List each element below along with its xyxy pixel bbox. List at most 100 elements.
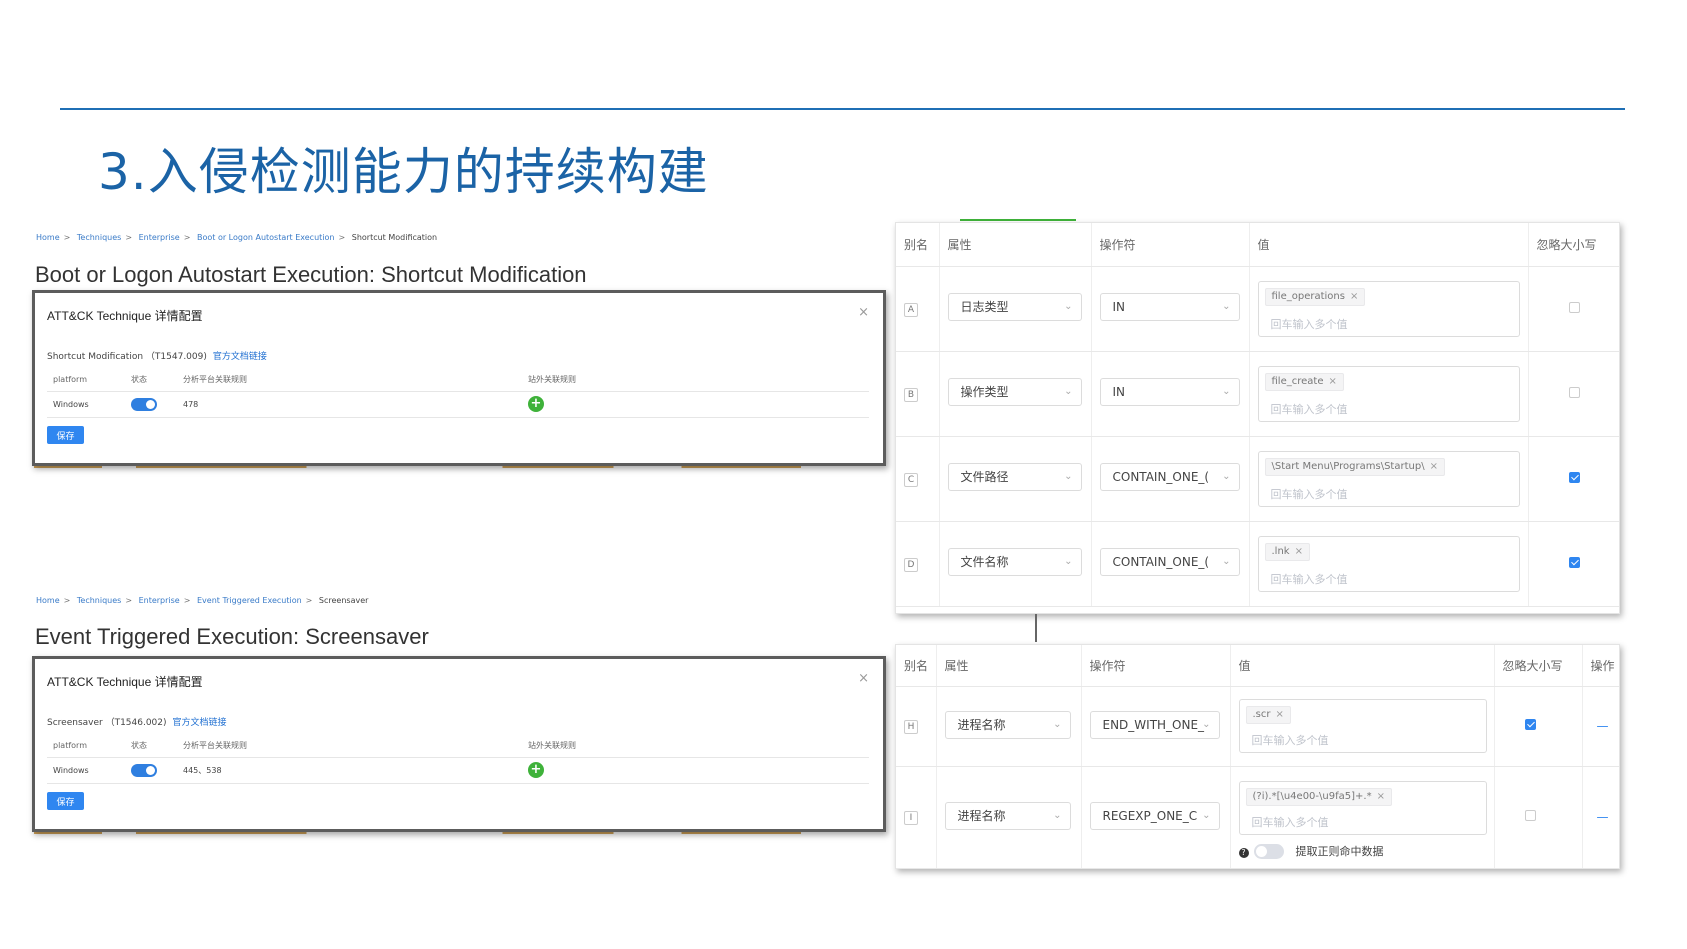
col-external-rules: 站外关联规则 [522,369,869,392]
chevron-down-icon: ⌄ [1202,718,1211,730]
breadcrumb-link-techniques[interactable]: Techniques [77,596,121,605]
col-platform: platform [47,369,125,392]
table-row: D 文件名称 ⌄ CONTAIN_ONE_(⌄ .lnk × 回车输入多个值 [896,521,1619,607]
slide: 3.入侵检测能力的持续构建 Home > Techniques > Enterpri… [0,0,1687,949]
select-value: 文件名称 [960,555,1009,569]
plus-icon[interactable]: + [528,762,544,778]
chevron-down-icon: ⌄ [1202,809,1211,821]
attribute-select[interactable]: 进程名称 ⌄ [944,710,1071,739]
ignore-case-checkbox[interactable] [1568,556,1580,568]
help-icon[interactable]: ? [1238,847,1249,858]
value-tag-input[interactable]: file_operations × 回车输入多个值 [1257,280,1520,337]
status-toggle[interactable] [131,763,157,777]
attribute-select[interactable]: 日志类型 ⌄ [947,293,1082,321]
close-icon[interactable]: × [1350,291,1358,302]
table-row: Windows 478 + [47,391,869,418]
platform-table: platform 状态 分析平台关联规则 站外关联规则 Windows 478 … [47,369,869,418]
breadcrumb: Home > Techniques > Enterprise > Event Trig… [36,596,369,605]
col-platform: platform [47,735,125,758]
attribute-select[interactable]: 进程名称 ⌄ [944,801,1071,830]
table-row: I 进程名称 ⌄ REGEXP_ONE_C ⌄ (?i).*[\u4e00-\u9f… [896,766,1619,869]
close-icon[interactable]: × [1430,461,1438,472]
close-icon[interactable]: × [1377,791,1385,802]
operator-select[interactable]: IN ⌄ [1099,293,1240,321]
col-alias: 别名 [896,645,937,687]
close-icon[interactable]: × [1295,546,1303,557]
platform-cell: Windows [47,391,125,418]
table-row: Windows 445、538 + [47,757,869,784]
breadcrumb-link-enterprise[interactable]: Enterprise [139,233,180,242]
status-cell [125,391,177,418]
operator-select[interactable]: IN ⌄ [1099,378,1240,406]
operator-select[interactable]: CONTAIN_ONE_(⌄ [1099,463,1240,491]
ignore-case-checkbox[interactable] [1524,719,1536,730]
col-analysis-rules: 分析平台关联规则 [177,735,522,758]
operator-select[interactable]: REGEXP_ONE_C ⌄ [1089,801,1220,830]
attribute-select[interactable]: 文件路径 ⌄ [947,463,1082,491]
col-status: 状态 [125,735,177,758]
chevron-down-icon: ⌄ [1053,809,1062,821]
breadcrumb-link-techniques[interactable]: Techniques [77,233,121,242]
dialog-title: ATT&CK Technique 详情配置 [47,675,203,689]
ignore-case-checkbox[interactable] [1568,471,1580,483]
chevron-down-icon: ⌄ [1064,386,1073,397]
breadcrumb-link-home[interactable]: Home [36,233,60,242]
ignore-case-checkbox[interactable] [1568,301,1580,313]
operator-select[interactable]: CONTAIN_ONE_(⌄ [1099,548,1240,576]
rule-table: 别名 属性 操作符 值 忽略大小写 操作 H 进程名称 ⌄ END_WITH_ON… [896,645,1619,869]
chevron-down-icon: ⌄ [1222,386,1231,397]
status-toggle[interactable] [131,397,157,411]
external-cell: + [522,391,869,418]
platform-cell: Windows [47,757,125,784]
breadcrumb-link-enterprise[interactable]: Enterprise [139,596,180,605]
value-tag-input[interactable]: file_create × 回车输入多个值 [1257,365,1520,422]
value-tag-input[interactable]: \Start Menu\Programs\Startup\ × 回车输入多个值 [1257,450,1520,507]
col-status: 状态 [125,369,177,392]
alias-badge: C [904,472,918,487]
remove-row-button[interactable]: — [1597,810,1609,824]
tag-text: .lnk [1271,545,1290,557]
col-external-rules: 站外关联规则 [522,735,869,758]
value-tag: .lnk × [1264,542,1310,561]
rule-table: 别名 属性 操作符 值 忽略大小写 A 日志类型 ⌄ IN ⌄ file_opera… [896,223,1619,607]
breadcrumb-link-parent[interactable]: Event Triggered Execution [197,596,302,605]
col-analysis-rules: 分析平台关联规则 [177,369,522,392]
select-value: REGEXP_ONE_C [1102,808,1198,823]
operator-select[interactable]: END_WITH_ONE_ ⌄ [1089,710,1220,739]
ignore-case-checkbox[interactable] [1524,810,1536,821]
rule-condition-table: 别名 属性 操作符 值 忽略大小写 操作 H 进程名称 ⌄ END_WITH_ON… [895,644,1620,869]
save-button[interactable]: 保存 [47,792,84,810]
doc-link[interactable]: 官方文档链接 [173,718,227,728]
table-row: B 操作类型 ⌄ IN ⌄ file_create × 回车输入多个值 [896,351,1619,437]
tag-text: \Start Menu\Programs\Startup\ [1271,460,1425,472]
value-placeholder: 回车输入多个值 [1270,317,1348,331]
close-icon[interactable]: × [1276,709,1284,720]
value-tag-input[interactable]: .lnk × 回车输入多个值 [1257,535,1520,592]
remove-row-button[interactable]: — [1597,719,1609,733]
close-icon[interactable]: × [858,305,869,320]
table-row: C 文件路径 ⌄ CONTAIN_ONE_(⌄ \Start Menu\Progr… [896,436,1619,522]
regex-extract-label: 提取正则命中数据 [1295,844,1384,858]
table-row: H 进程名称 ⌄ END_WITH_ONE_ ⌄ .scr × 回车输入多个值 — [896,686,1619,767]
close-icon[interactable]: × [858,671,869,686]
col-action: 操作 [1582,645,1619,687]
regex-extract-toggle[interactable] [1254,844,1284,860]
ignore-case-checkbox[interactable] [1568,386,1580,398]
chevron-down-icon: ⌄ [1222,471,1231,482]
value-tag: \Start Menu\Programs\Startup\ × [1264,457,1445,476]
doc-link[interactable]: 官方文档链接 [213,352,267,362]
tag-text: (?i).*[\u4e00-\u9fa5]+.* [1252,790,1372,802]
value-placeholder: 回车输入多个值 [1270,572,1348,586]
close-icon[interactable]: × [1328,376,1336,387]
value-tag: file_create × [1264,372,1344,391]
plus-icon[interactable]: + [528,396,544,412]
breadcrumb-link-parent[interactable]: Boot or Logon Autostart Execution [197,233,335,242]
attribute-select[interactable]: 操作类型 ⌄ [947,378,1082,406]
attribute-select[interactable]: 文件名称 ⌄ [947,548,1082,576]
col-attribute: 属性 [936,645,1082,687]
save-button[interactable]: 保存 [47,426,84,444]
breadcrumb-link-home[interactable]: Home [36,596,60,605]
value-placeholder: 回车输入多个值 [1270,487,1348,501]
value-tag-input[interactable]: (?i).*[\u4e00-\u9fa5]+.* × 回车输入多个值 [1238,780,1487,835]
value-tag-input[interactable]: .scr × 回车输入多个值 [1238,699,1487,753]
